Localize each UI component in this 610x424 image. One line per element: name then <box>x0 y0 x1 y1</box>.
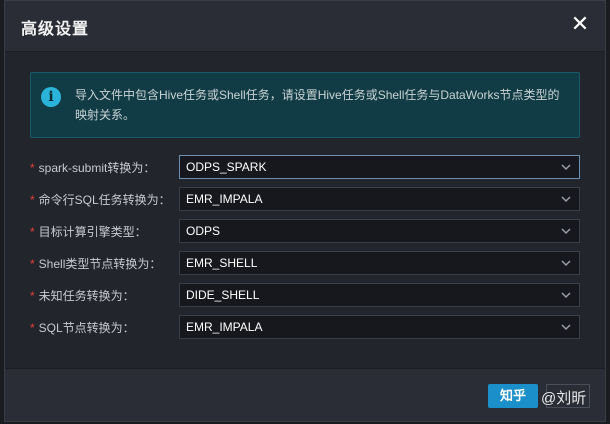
unknown-task-select[interactable]: DIDE_SHELL <box>179 283 580 307</box>
info-icon: i <box>41 87 61 107</box>
field-label-text: 未知任务转换为： <box>38 289 135 303</box>
engine-type-select[interactable]: ODPS <box>179 219 580 243</box>
chevron-down-icon <box>561 196 571 203</box>
dialog-header: 高级设置 ✕ <box>5 1 605 52</box>
chevron-down-icon <box>561 324 571 331</box>
field-label-text: 命令行SQL任务转换为： <box>38 193 171 207</box>
chevron-down-icon <box>561 164 571 171</box>
dialog-title: 高级设置 <box>21 21 90 38</box>
required-asterisk: * <box>30 225 35 239</box>
advanced-settings-dialog: 高级设置 ✕ i 导入文件中包含Hive任务或Shell任务，请设置Hive任务… <box>4 0 606 422</box>
field-label-text: 目标计算引擎类型： <box>38 225 147 239</box>
notice-text: 导入文件中包含Hive任务或Shell任务，请设置Hive任务或Shell任务与… <box>75 88 560 122</box>
close-icon[interactable]: ✕ <box>569 13 591 35</box>
required-asterisk: * <box>30 321 35 335</box>
field-label: * 未知任务转换为： <box>30 287 135 304</box>
required-asterisk: * <box>30 161 35 175</box>
chevron-down-icon <box>561 260 571 267</box>
cli-sql-select[interactable]: EMR_IMPALA <box>179 187 580 211</box>
spark-submit-select[interactable]: ODPS_SPARK <box>179 155 580 179</box>
sql-node-select[interactable]: EMR_IMPALA <box>179 315 580 339</box>
chevron-down-icon <box>561 228 571 235</box>
form-row-sql-node: * SQL节点转换为： EMR_IMPALA <box>5 315 605 339</box>
form-row-spark-submit: * spark-submit转换为： ODPS_SPARK <box>5 155 605 179</box>
field-label: * spark-submit转换为： <box>30 159 155 176</box>
select-value: EMR_IMPALA <box>186 320 263 334</box>
form-row-shell-node: * Shell类型节点转换为： EMR_SHELL <box>5 251 605 275</box>
field-label: * 目标计算引擎类型： <box>30 223 147 240</box>
required-asterisk: * <box>30 257 35 271</box>
required-asterisk: * <box>30 193 35 207</box>
field-label-text: Shell类型节点转换为： <box>38 257 162 271</box>
select-value: EMR_SHELL <box>186 256 258 270</box>
field-label: * 命令行SQL任务转换为： <box>30 191 171 208</box>
info-notice: i 导入文件中包含Hive任务或Shell任务，请设置Hive任务或Shell任… <box>30 72 580 138</box>
watermark-text: @刘昕 <box>541 390 587 407</box>
form-row-unknown-task: * 未知任务转换为： DIDE_SHELL <box>5 283 605 307</box>
select-value: ODPS_SPARK <box>186 160 267 174</box>
select-value: ODPS <box>186 224 221 238</box>
select-value: DIDE_SHELL <box>186 288 260 302</box>
field-label: * SQL节点转换为： <box>30 319 135 336</box>
form-row-cli-sql: * 命令行SQL任务转换为： EMR_IMPALA <box>5 187 605 211</box>
field-label-text: spark-submit转换为： <box>38 161 156 175</box>
field-label-text: SQL节点转换为： <box>38 321 135 335</box>
dialog-body: i 导入文件中包含Hive任务或Shell任务，请设置Hive任务或Shell任… <box>5 52 605 368</box>
ok-button[interactable]: 知乎 <box>488 384 538 408</box>
form-row-engine-type: * 目标计算引擎类型： ODPS <box>5 219 605 243</box>
chevron-down-icon <box>561 292 571 299</box>
field-label: * Shell类型节点转换为： <box>30 255 161 272</box>
select-value: EMR_IMPALA <box>186 192 263 206</box>
required-asterisk: * <box>30 289 35 303</box>
shell-node-select[interactable]: EMR_SHELL <box>179 251 580 275</box>
dialog-footer: 知乎 @刘昕 <box>5 368 605 424</box>
